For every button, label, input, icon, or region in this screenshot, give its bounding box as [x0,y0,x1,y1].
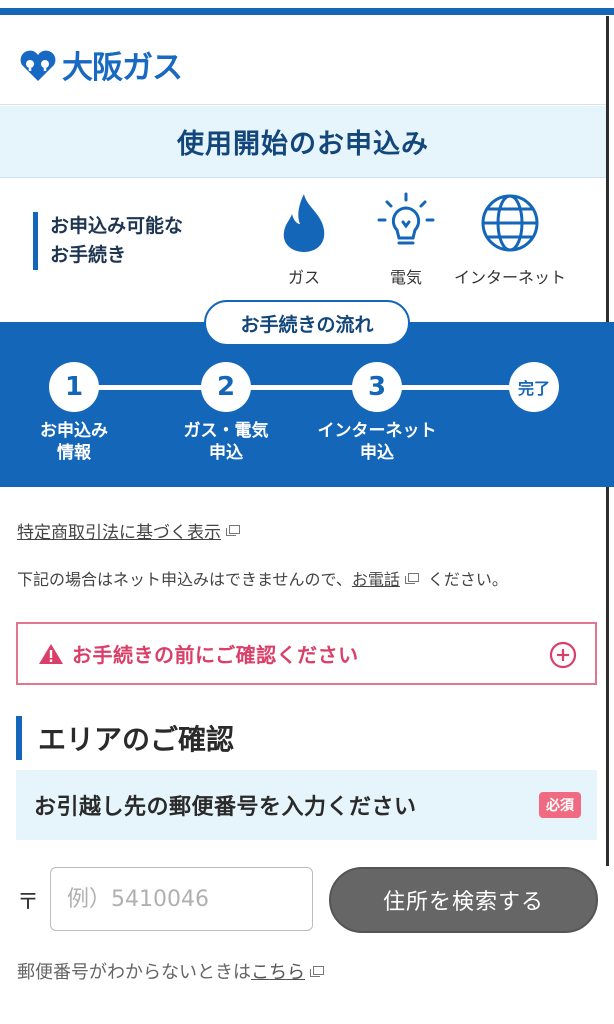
site-header: 大阪ガス [0,15,606,105]
step-2-label: ガス・電気 申込 [146,420,306,464]
step-1-label: お申込み 情報 [0,420,154,464]
unknown-zip-notice: 郵便番号がわからないときは こちら [17,958,324,984]
commercial-law-link-text[interactable]: 特定商取引法に基づく表示 [17,518,221,543]
step-2-label-line-1: ガス・電気 [183,421,269,441]
brand-logo[interactable]: 大阪ガス [16,42,183,87]
top-accent-bar [0,8,614,15]
phone-notice-before: 下記の場合はネット申込みはできませんので、 [17,570,352,589]
step-complete-circle: 完了 [509,362,559,412]
required-badge: 必須 [539,792,581,818]
pre-check-accordion[interactable]: お手続きの前にご確認ください [16,622,597,685]
step-3-circle: 3 [352,362,402,412]
service-electric: 電気 [346,192,466,288]
unknown-zip-link[interactable]: こちら [251,958,305,984]
globe-icon [481,194,539,252]
procedure-flow-title: お手続きの流れ [204,300,410,346]
service-label-electric: 電気 [389,268,422,287]
pre-check-title: お手続きの前にご確認ください [72,643,359,667]
logo-mark-icon [20,50,56,81]
unknown-zip-text: 郵便番号がわからないときは [17,962,251,983]
step-3-label-line-1: インターネット [317,421,437,441]
address-search-button[interactable]: 住所を検索する [329,867,598,933]
page-title-band: 使用開始のお申込み [0,106,606,178]
postal-mark-icon: 〒 [17,890,40,915]
flow-connector-line [75,385,535,390]
zip-code-input[interactable] [50,867,313,931]
external-link-icon [310,965,324,977]
available-line-2: お手続き [50,244,127,266]
commercial-law-link[interactable]: 特定商取引法に基づく表示 [17,518,240,543]
zip-prompt-text: お引越し先の郵便番号を入力ください [34,795,417,820]
brand-name: 大阪ガス [62,50,183,86]
page-title: 使用開始のお申込み [177,129,429,160]
phone-link[interactable]: お電話 [352,566,400,590]
available-line-1: お申込み可能な [50,215,184,237]
available-procedures-label: お申込み可能な お手続き [33,212,183,270]
lightbulb-icon [377,192,435,245]
service-label-internet: インターネット [453,268,566,287]
step-3-label: インターネット 申込 [297,420,457,464]
external-link-icon [404,572,419,584]
flame-icon [283,194,325,252]
step-3-label-line-2: 申込 [360,443,394,463]
area-section-heading: エリアのご確認 [16,716,234,760]
service-internet: インターネット [450,192,570,288]
external-link-icon [226,525,240,536]
phone-notice: 下記の場合はネット申込みはできませんので、 お電話 ください。 [17,566,508,590]
step-1-label-line-1: お申込み [40,421,108,441]
step-2-circle: 2 [201,362,251,412]
step-1-circle: 1 [49,362,99,412]
step-1-label-line-2: 情報 [57,443,91,463]
phone-notice-after: ください。 [427,570,508,589]
step-2-label-line-2: 申込 [209,443,243,463]
expand-plus-icon[interactable] [549,641,577,669]
zip-prompt-band: お引越し先の郵便番号を入力ください 必須 [16,770,597,840]
warning-icon [39,643,63,664]
